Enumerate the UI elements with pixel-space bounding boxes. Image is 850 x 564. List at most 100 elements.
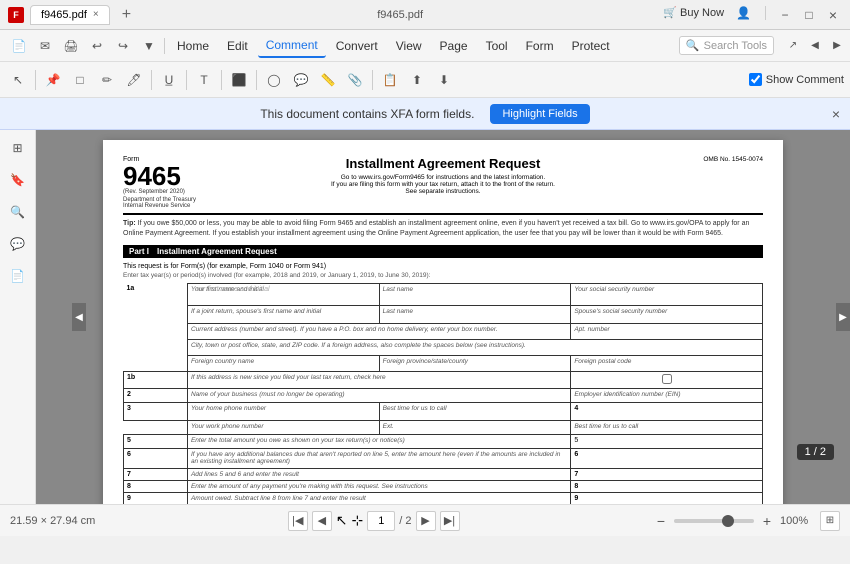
tool-measure[interactable]: 📏 <box>316 68 340 92</box>
tool-stamp[interactable]: ⬛ <box>227 68 251 92</box>
panel-search-icon[interactable]: 🔍 <box>6 200 30 224</box>
tool-pen[interactable]: ✏ <box>95 68 119 92</box>
last-name-cell[interactable]: Last name <box>379 283 571 305</box>
zoom-slider[interactable] <box>674 519 754 523</box>
page-badge: 1 / 2 <box>797 444 834 460</box>
panel-bookmark-icon[interactable]: 🔖 <box>6 168 30 192</box>
form-title: Installment Agreement Request <box>203 156 683 171</box>
menu-protect[interactable]: Protect <box>564 35 618 57</box>
form-title-area: Installment Agreement Request Go to www.… <box>203 156 683 195</box>
buy-now-link[interactable]: 🛒 Buy Now <box>663 6 724 24</box>
tool-export[interactable]: ⬇ <box>432 68 456 92</box>
business-name-cell[interactable]: Name of your business (must no longer be… <box>187 388 570 402</box>
panel-page-icon[interactable]: 📄 <box>6 264 30 288</box>
foreign-province-cell[interactable]: Foreign province/state/county <box>379 355 571 371</box>
menu-tool[interactable]: Tool <box>478 35 516 57</box>
tool-callout[interactable]: 💬 <box>289 68 313 92</box>
bottom-bar: 21.59 × 27.94 cm |◀ ◀ ↖ ⊹ 1 / 2 ▶ ▶| − +… <box>0 504 850 536</box>
menu-edit[interactable]: Edit <box>219 35 256 57</box>
payment-cell[interactable]: Enter the amount of any payment you're m… <box>187 480 570 492</box>
nav-right-button[interactable]: ▶ <box>836 303 850 331</box>
joint-last-name-cell[interactable]: Last name <box>379 305 571 323</box>
add-lines-cell[interactable]: Add lines 5 and 6 and enter the result <box>187 468 570 480</box>
foreign-postal-cell[interactable]: Foreign postal code <box>571 355 763 371</box>
tool-manage[interactable]: 📋 <box>378 68 402 92</box>
show-comment-control[interactable]: Show Comment <box>749 73 844 86</box>
sep5 <box>256 70 257 90</box>
joint-name-cell[interactable]: If a joint return, spouse's first name a… <box>187 305 379 323</box>
apt-cell[interactable]: Apt. number <box>571 323 763 339</box>
part-i-title: Installment Agreement Request <box>157 247 277 256</box>
best-time-label: Best time for us to call <box>383 405 568 412</box>
foreign-country-cell[interactable]: Foreign country name <box>187 355 379 371</box>
menu-form[interactable]: Form <box>518 35 562 57</box>
maximize-button[interactable]: □ <box>800 6 818 24</box>
undo-icon[interactable]: ↩ <box>86 35 108 57</box>
options-icon[interactable]: ▼ <box>138 35 160 57</box>
select-icon[interactable]: ⊹ <box>352 512 364 529</box>
search-tools-input[interactable]: 🔍 Search Tools <box>679 36 774 55</box>
print-icon[interactable]: 🖨 <box>60 35 82 57</box>
menu-page[interactable]: Page <box>432 35 476 57</box>
tool-area[interactable]: □ <box>68 68 92 92</box>
address-new-checkbox[interactable] <box>662 374 672 384</box>
menu-view[interactable]: View <box>388 35 430 57</box>
account-icon[interactable]: 👤 <box>736 6 751 24</box>
amount-owed-cell[interactable]: Amount owed. Subtract line 8 from line 7… <box>187 492 570 504</box>
ext-cell[interactable]: Ext. <box>379 420 571 434</box>
tool-text[interactable]: T <box>192 68 216 92</box>
menu-comment[interactable]: Comment <box>258 34 326 58</box>
zoom-in-button[interactable]: + <box>758 512 776 530</box>
share-icon[interactable]: ↗ <box>784 37 802 55</box>
ssn-cell[interactable]: Your social security number <box>571 283 763 305</box>
minimize-button[interactable]: − <box>776 6 794 24</box>
cursor-icon[interactable]: ↖ <box>336 512 348 529</box>
banner-close-icon[interactable]: × <box>832 106 840 122</box>
close-button[interactable]: × <box>824 6 842 24</box>
tool-shapes[interactable]: ◯ <box>262 68 286 92</box>
zoom-out-button[interactable]: − <box>652 512 670 530</box>
best-time-cell[interactable]: Best time for us to call <box>379 402 571 420</box>
tab[interactable]: f9465.pdf × <box>30 5 110 25</box>
highlight-fields-button[interactable]: Highlight Fields <box>490 104 589 124</box>
tool-import[interactable]: ⬆ <box>405 68 429 92</box>
ein-cell[interactable]: Employer identification number (EIN) <box>571 388 763 402</box>
last-page-button[interactable]: ▶| <box>440 511 460 531</box>
address-cell[interactable]: Current address (number and street). If … <box>187 323 570 339</box>
prev-icon[interactable]: ◀ <box>806 37 824 55</box>
redo-icon[interactable]: ↪ <box>112 35 134 57</box>
new-tab-button[interactable]: + <box>116 6 137 24</box>
tool-sticky[interactable]: 📌 <box>41 68 65 92</box>
show-comment-checkbox[interactable] <box>749 73 762 86</box>
row-5-value: 5 <box>571 434 763 448</box>
additional-balance-cell[interactable]: If you have any additional balances due … <box>187 448 570 468</box>
panel-comment-icon[interactable]: 💬 <box>6 232 30 256</box>
email-icon[interactable]: ✉ <box>34 35 56 57</box>
tool-attach[interactable]: 📎 <box>343 68 367 92</box>
address-checkbox-cell[interactable] <box>571 371 763 388</box>
tool-highlight[interactable]: 🖊 <box>122 68 146 92</box>
best-time-2-cell[interactable]: Best time for us to call <box>571 420 763 434</box>
first-name-cell[interactable]: Your first name and initial Your first n… <box>187 283 379 305</box>
fit-page-button[interactable]: ⊞ <box>820 511 840 531</box>
spouse-ssn-cell[interactable]: Spouse's social security number <box>571 305 763 323</box>
file-icon[interactable]: 📄 <box>8 35 30 57</box>
next-page-button[interactable]: ▶ <box>416 511 436 531</box>
prev-page-button[interactable]: ◀ <box>312 511 332 531</box>
first-page-button[interactable]: |◀ <box>288 511 308 531</box>
tab-close-icon[interactable]: × <box>93 9 99 20</box>
tool-select[interactable]: ↖ <box>6 68 30 92</box>
city-cell[interactable]: City, town or post office, state, and ZI… <box>187 339 762 355</box>
next-icon[interactable]: ▶ <box>828 37 846 55</box>
menu-convert[interactable]: Convert <box>328 35 386 57</box>
panel-home-icon[interactable]: ⊞ <box>6 136 30 160</box>
work-phone-cell[interactable]: Your work phone number <box>187 420 379 434</box>
total-owe-cell[interactable]: Enter the total amount you owe as shown … <box>187 434 570 448</box>
tool-underline[interactable]: U̲ <box>157 68 181 92</box>
zoom-thumb[interactable] <box>722 515 734 527</box>
menu-home[interactable]: Home <box>169 35 217 57</box>
phone-home-cell[interactable]: Your home phone number <box>187 402 379 420</box>
nav-left-button[interactable]: ◀ <box>72 303 86 331</box>
app-icon: F <box>8 7 24 23</box>
page-number-input[interactable]: 1 <box>367 511 395 531</box>
